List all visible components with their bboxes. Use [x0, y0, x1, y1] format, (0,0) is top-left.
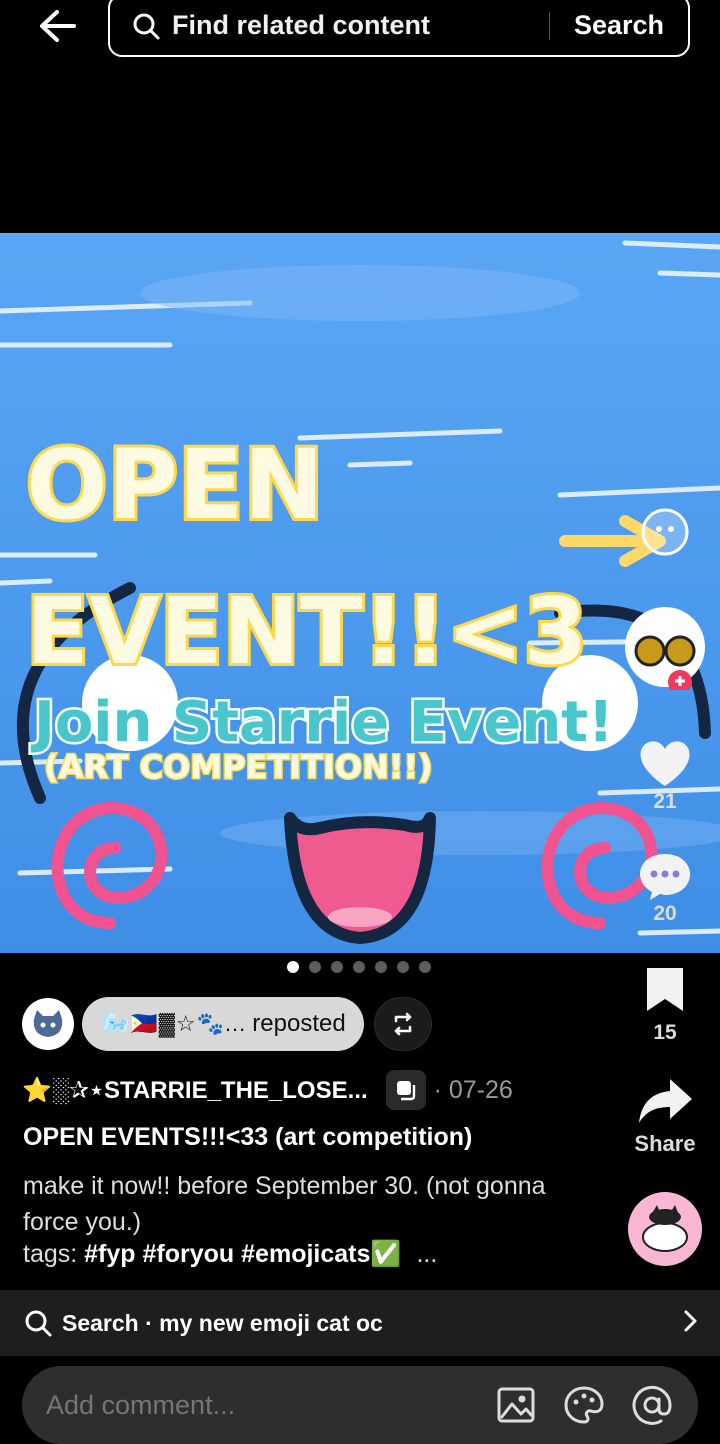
more-options-button[interactable]	[610, 505, 720, 559]
comment-count: 20	[653, 902, 677, 925]
repost-row: 🌬️🇵🇭▓☆🐾... reposted	[22, 996, 432, 1052]
more-text-button[interactable]: ...	[416, 1240, 437, 1268]
like-button[interactable]: 21	[610, 736, 720, 814]
carousel-dot[interactable]	[353, 961, 365, 973]
cat-face-icon	[33, 1010, 63, 1037]
carousel-dot[interactable]	[287, 961, 299, 973]
more-circle-icon	[641, 508, 689, 556]
headline-line2: EVENT!!<3	[26, 578, 588, 685]
hashtag[interactable]: #fyp	[84, 1240, 135, 1268]
back-arrow-icon	[40, 10, 76, 42]
author-name[interactable]: ⭐░✰⋆STARRIE_THE_LOSE...	[22, 1076, 368, 1105]
tags-prefix: tags:	[23, 1240, 78, 1268]
carousel-dot[interactable]	[397, 961, 409, 973]
image-icon[interactable]	[494, 1383, 538, 1427]
comment-bubble-icon	[640, 854, 690, 900]
repost-button[interactable]	[373, 997, 432, 1051]
sticker-icon[interactable]	[562, 1383, 606, 1427]
post-description: make it now!! before September 30. (not …	[23, 1172, 546, 1236]
reposter-name: 🌬️🇵🇭▓☆🐾...	[102, 1011, 247, 1036]
carousel-dot[interactable]	[331, 961, 343, 973]
post-date: · 07-26	[433, 1075, 513, 1104]
sound-disc-icon	[628, 1192, 702, 1266]
hashtag[interactable]: #emojicats✅	[241, 1240, 401, 1268]
back-button[interactable]	[34, 4, 80, 48]
search-icon	[24, 1308, 54, 1338]
carousel-dot[interactable]	[419, 961, 431, 973]
multi-image-icon	[385, 1070, 426, 1110]
sound-avatar[interactable]	[610, 1191, 720, 1267]
share-label: Share	[634, 1131, 696, 1156]
carousel-dot[interactable]	[309, 961, 321, 973]
chevron-right-icon	[682, 1309, 698, 1338]
carousel-indicator	[287, 961, 431, 973]
save-button[interactable]: 15	[610, 965, 720, 1045]
hashtag[interactable]: #foryou	[143, 1240, 235, 1268]
post-tags: tags: #fyp #foryou #emojicats✅ ...	[23, 1240, 437, 1269]
heart-icon	[640, 741, 690, 786]
related-search-text: Search · my new emoji cat oc	[62, 1309, 383, 1336]
headline-line1: OPEN	[26, 429, 324, 541]
share-arrow-icon	[639, 1079, 692, 1123]
caption: (ART COMPETITION!!)	[44, 748, 433, 786]
avatar-icon	[625, 607, 705, 690]
repost-pill[interactable]: 🌬️🇵🇭▓☆🐾... reposted	[82, 997, 364, 1051]
author-avatar[interactable]	[610, 604, 720, 690]
related-search-bar[interactable]: Search · my new emoji cat oc	[0, 1290, 720, 1356]
repost-label: reposted	[252, 1010, 346, 1037]
carousel-dot[interactable]	[375, 961, 387, 973]
bookmark-icon	[647, 968, 683, 1011]
repost-icon	[394, 1012, 411, 1036]
share-button[interactable]: Share	[610, 1075, 720, 1157]
mention-icon[interactable]	[630, 1383, 674, 1427]
right-rail: 21 20 15 Share	[610, 0, 720, 1444]
search-placeholder[interactable]: Find related content	[172, 10, 549, 41]
search-box[interactable]: Find related content Search	[108, 0, 690, 57]
search-icon	[132, 11, 162, 41]
reposter-avatar[interactable]	[22, 998, 74, 1050]
comment-input[interactable]	[46, 1389, 494, 1421]
comment-button[interactable]: 20	[610, 850, 720, 926]
save-count: 15	[653, 1021, 677, 1044]
like-count: 21	[653, 790, 677, 813]
subtitle: Join Starrie Event!	[30, 690, 614, 755]
comment-bar	[22, 1366, 698, 1444]
author-row: ⭐░✰⋆STARRIE_THE_LOSE... · 07-26	[22, 1068, 602, 1112]
post-title: OPEN EVENTS!!!<33 (art competition)	[23, 1123, 473, 1151]
